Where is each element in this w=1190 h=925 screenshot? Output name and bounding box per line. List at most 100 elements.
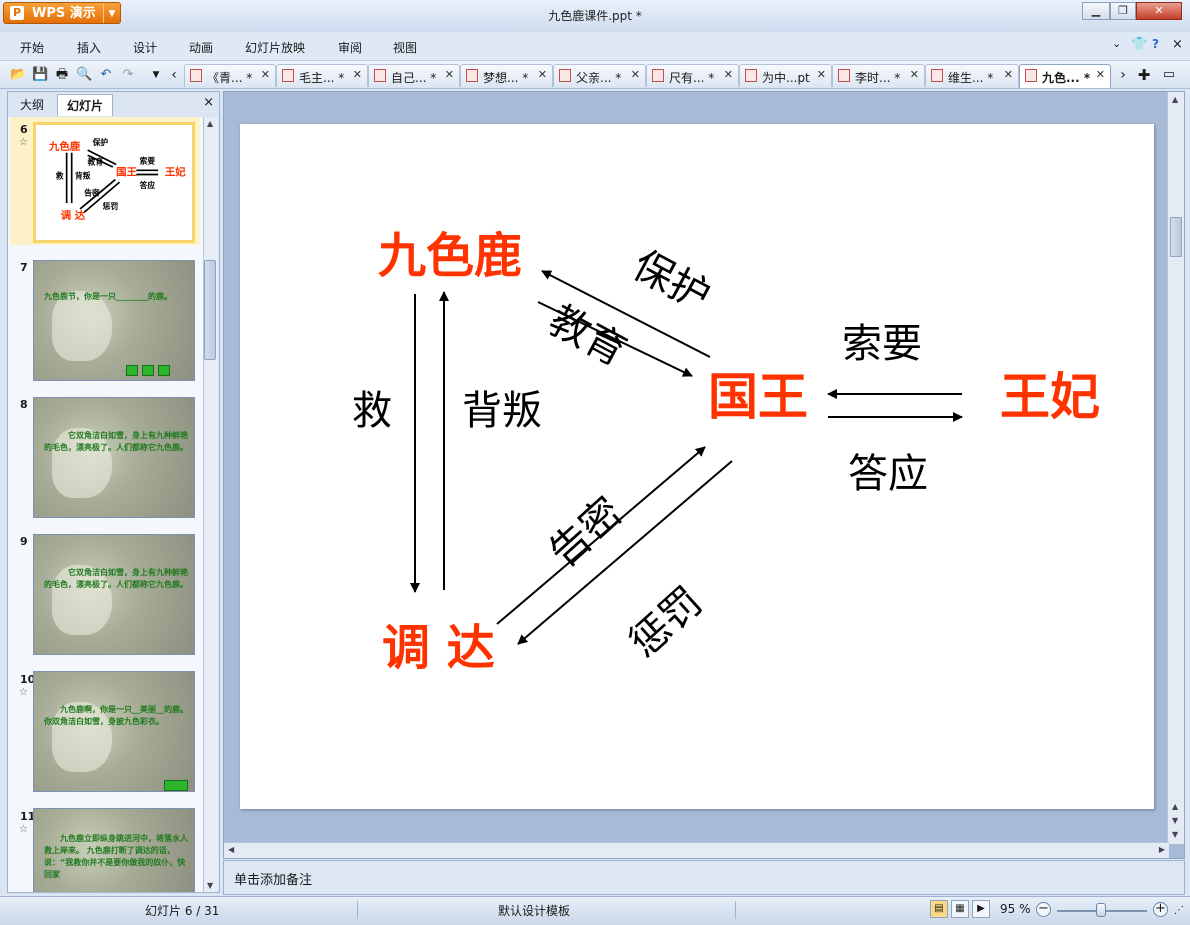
window-title: 九色鹿课件.ppt * <box>548 9 642 23</box>
save-icon[interactable]: 💾 <box>32 67 48 83</box>
slides-pane-scrollbar[interactable]: ▲ ▼ <box>203 117 218 892</box>
tab-outline[interactable]: 大纲 <box>10 94 54 116</box>
ppt-file-icon <box>745 69 757 82</box>
scroll-down-icon[interactable]: ▼ <box>1172 816 1178 825</box>
thumbnail-slide-7[interactable]: 九色鹿节，你是一只________的鹿。 <box>33 260 195 381</box>
close-doc-icon[interactable]: × <box>1172 37 1183 52</box>
close-icon[interactable]: ✕ <box>445 68 454 81</box>
undo-icon[interactable]: ↶ <box>98 67 114 83</box>
thumb-number: 6 <box>20 123 28 136</box>
label-guowang: 国王 <box>708 367 808 426</box>
tab-label: 梦想... <box>483 71 519 85</box>
slides-pane-scroll-thumb[interactable] <box>204 260 216 360</box>
doc-tab[interactable]: 尺有... * ✕ <box>646 64 739 87</box>
scroll-up-icon[interactable]: ▲ <box>1172 802 1178 811</box>
zoom-out-icon[interactable]: − <box>1036 902 1051 917</box>
close-icon[interactable]: ✕ <box>353 68 362 81</box>
doc-tab[interactable]: 《青... * ✕ <box>184 64 276 87</box>
slide-canvas[interactable]: 九色鹿 国王 王妃 调 达 保护 教育 救 背叛 索要 答应 告密 惩罚 <box>240 124 1154 809</box>
menu-slideshow[interactable]: 幻灯片放映 <box>245 39 305 56</box>
thumb-number: 9 <box>20 535 28 548</box>
tab-scroll-left-icon[interactable]: ‹ <box>166 67 182 83</box>
close-icon[interactable]: ✕ <box>631 68 640 81</box>
new-tab-icon[interactable]: ✚ <box>1136 67 1152 83</box>
thumb-text: 九色鹿立即纵身跳进河中，将落水人救上岸来。 九色鹿打断了调达的话，说：“我救你并… <box>44 834 188 879</box>
slideshow-view-icon[interactable]: ▶ <box>972 900 990 918</box>
thumbnail-slide-6[interactable]: 九色鹿 保护 教育 救 背叛 国王 索要 答应 王妃 告密 惩罚 调 达 <box>33 122 195 243</box>
tab-list-icon[interactable]: ▭ <box>1161 67 1177 83</box>
close-icon[interactable]: ✕ <box>261 68 270 81</box>
thumbnail-slide-11[interactable]: 九色鹿立即纵身跳进河中，将落水人救上岸来。 九色鹿打断了调达的话，说：“我救你并… <box>33 808 195 892</box>
menu-animation[interactable]: 动画 <box>189 39 213 56</box>
maximize-button[interactable]: ❐ <box>1110 2 1136 20</box>
scroll-down-icon[interactable]: ▼ <box>1172 830 1178 839</box>
doc-tab[interactable]: 父亲... * ✕ <box>553 64 646 87</box>
notes-area[interactable]: 单击添加备注 <box>223 860 1185 895</box>
resize-grip-icon[interactable]: ⋰ <box>1174 905 1184 916</box>
ppt-file-icon <box>559 69 571 82</box>
close-icon[interactable]: ✕ <box>1096 68 1105 81</box>
doc-tab[interactable]: 为中...pt ✕ <box>739 64 832 87</box>
skin-icon[interactable]: 👕 <box>1131 37 1147 52</box>
doc-tab[interactable]: 自己... * ✕ <box>368 64 460 87</box>
close-icon[interactable]: ✕ <box>538 68 547 81</box>
ppt-file-icon <box>374 69 386 82</box>
toolbar-dropdown-icon[interactable]: ▼ <box>148 67 164 83</box>
status-divider <box>357 901 358 919</box>
menu-insert[interactable]: 插入 <box>77 39 101 56</box>
thumbnail-slide-8[interactable]: 它双角洁白如雪，身上有九种鲜艳的毛色，漂亮极了。人们都称它九色鹿。 <box>33 397 195 518</box>
thumb-label-gaomi: 告密 <box>84 188 100 198</box>
tab-label: 为中...pt <box>762 71 810 85</box>
thumb-text: 九色鹿节，你是一只________的鹿。 <box>44 292 172 301</box>
notes-placeholder: 单击添加备注 <box>234 873 313 888</box>
vertical-scroll-thumb[interactable] <box>1170 217 1182 257</box>
menu-review[interactable]: 审阅 <box>338 39 362 56</box>
tab-modified-mark: * <box>1083 71 1091 85</box>
tab-label: 九色... <box>1042 71 1080 85</box>
menu-design[interactable]: 设计 <box>133 39 157 56</box>
thumb-label-tiaoda: 调 达 <box>61 209 86 222</box>
doc-tab[interactable]: 梦想... * ✕ <box>460 64 553 87</box>
editor-horizontal-scrollbar[interactable]: ◀ ▶ <box>224 842 1169 858</box>
zoom-in-icon[interactable]: + <box>1153 902 1168 917</box>
menu-view[interactable]: 视图 <box>393 39 417 56</box>
doc-tab[interactable]: 毛主... * ✕ <box>276 64 368 87</box>
green-marker <box>142 365 154 376</box>
doc-tab-active[interactable]: 九色... * ✕ <box>1019 64 1111 88</box>
zoom-slider-knob[interactable] <box>1096 903 1106 917</box>
doc-tab[interactable]: 李时... * ✕ <box>832 64 925 87</box>
toolbar: 📂 💾 🖶 🔍 ↶ ↷ ▼ ‹ 《青... * ✕ 毛主... * ✕ 自己..… <box>0 61 1190 89</box>
normal-view-icon[interactable]: ▤ <box>930 900 948 918</box>
tab-label: 自己... <box>391 71 427 85</box>
thumb-label-jiaoyu: 教育 <box>87 156 104 166</box>
scroll-left-icon[interactable]: ◀ <box>228 845 234 854</box>
close-icon[interactable]: ✕ <box>817 68 826 81</box>
menu-home[interactable]: 开始 <box>20 39 44 56</box>
tab-scroll-right-icon[interactable]: › <box>1115 67 1131 83</box>
minimize-button[interactable]: ▁ <box>1082 2 1110 20</box>
tab-slides[interactable]: 幻灯片 <box>57 94 113 116</box>
thumbnail-slide-10[interactable]: 九色鹿啊，你是一只__美丽__的鹿。你双角洁白如雪，身披九色彩衣。 <box>33 671 195 792</box>
scroll-right-icon[interactable]: ▶ <box>1159 845 1165 854</box>
thumb-label-baohu: 保护 <box>92 137 109 147</box>
open-folder-icon[interactable]: 📂 <box>10 67 26 83</box>
close-icon[interactable]: ✕ <box>910 68 919 81</box>
thumbnail-slide-9[interactable]: 它双角洁白如雪，身上有九种鲜艳的毛色，漂亮极了。人们都称它九色鹿。 <box>33 534 195 655</box>
doc-tab[interactable]: 维生... * ✕ <box>925 64 1019 87</box>
print-icon[interactable]: 🖶 <box>54 67 70 83</box>
tab-modified-mark: * <box>987 71 994 85</box>
close-icon[interactable]: ✕ <box>1004 68 1013 81</box>
editor-vertical-scrollbar[interactable]: ▲ ▲ ▼ ▼ <box>1167 92 1184 844</box>
redo-icon[interactable]: ↷ <box>120 67 136 83</box>
slide-sorter-icon[interactable]: ▦ <box>951 900 969 918</box>
scroll-up-icon[interactable]: ▲ <box>1172 95 1178 104</box>
close-button[interactable]: ✕ <box>1136 2 1182 20</box>
help-icon[interactable]: ? <box>1152 37 1159 51</box>
close-icon[interactable]: × <box>203 95 214 110</box>
chevron-down-icon[interactable]: ⌄ <box>1112 37 1121 50</box>
close-icon[interactable]: ✕ <box>724 68 733 81</box>
label-jiaoyu: 教育 <box>541 297 633 375</box>
print-preview-icon[interactable]: 🔍 <box>76 67 92 83</box>
scroll-down-icon[interactable]: ▼ <box>207 881 213 890</box>
scroll-up-icon[interactable]: ▲ <box>207 119 213 128</box>
